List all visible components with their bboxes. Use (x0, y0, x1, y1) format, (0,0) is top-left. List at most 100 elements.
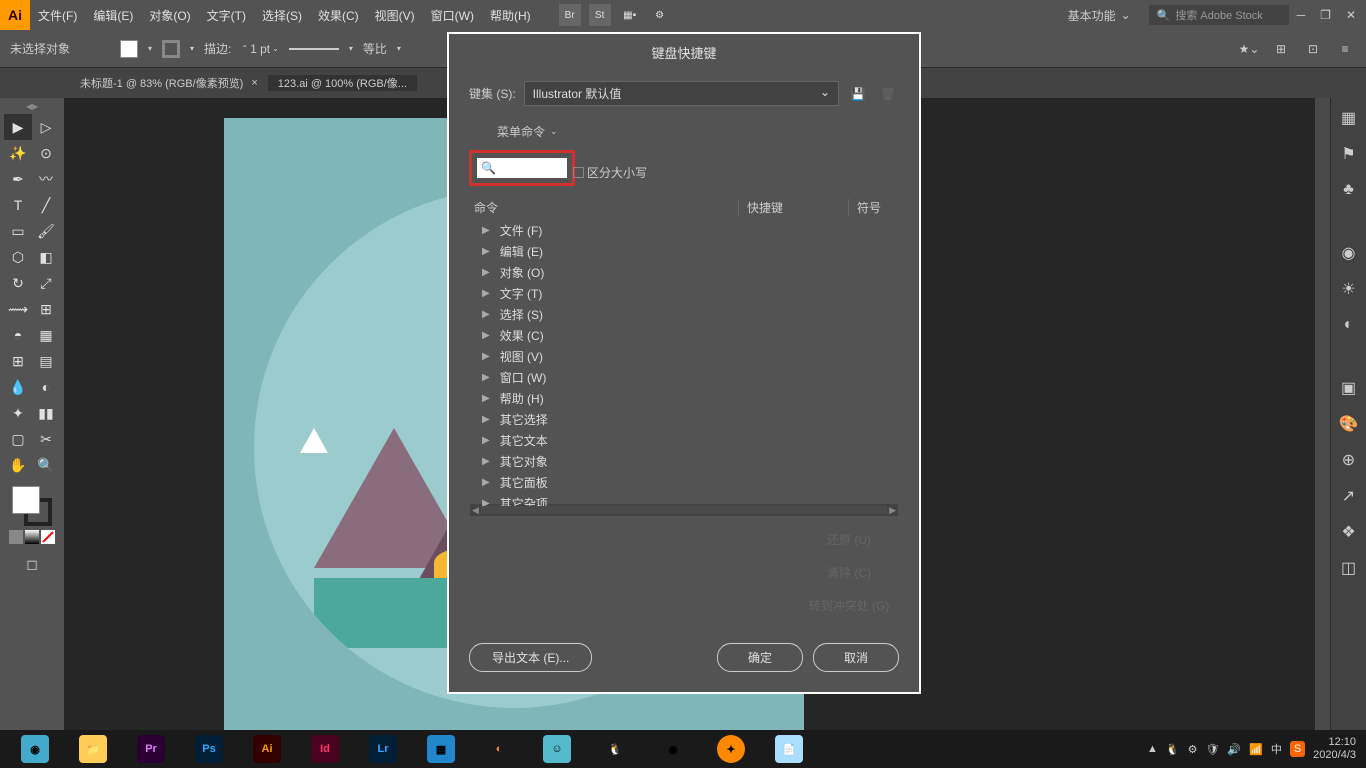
stroke-style[interactable] (289, 48, 339, 50)
menu-object[interactable]: 对象(O) (141, 7, 198, 24)
taskbar-premiere[interactable]: Pr (126, 733, 176, 765)
minimize-button[interactable]: ─ (1297, 8, 1306, 22)
shape-builder-tool[interactable]: ◓ (4, 322, 32, 348)
libraries-panel-icon[interactable]: ⚑ (1337, 142, 1361, 166)
category-dropdown[interactable]: 菜单命令⌄ (489, 121, 899, 142)
tray-network-icon[interactable]: 📶 (1249, 743, 1263, 756)
close-button[interactable]: ✕ (1346, 8, 1356, 22)
properties-panel-icon[interactable]: ▦ (1337, 106, 1361, 130)
fill-color-box[interactable] (12, 486, 40, 514)
taskbar-notepad[interactable]: 📄 (764, 733, 814, 765)
taskbar-chrome[interactable]: ◉ (648, 733, 698, 765)
menu-view[interactable]: 视图(V) (367, 7, 423, 24)
color-mode-none[interactable] (41, 530, 55, 544)
eraser-tool[interactable]: ◧ (32, 244, 60, 270)
list-item[interactable]: ▶其它对象 (470, 451, 898, 472)
graphic-styles-panel-icon[interactable]: ◐ (1337, 313, 1361, 337)
list-item[interactable]: ▶文件 (F) (470, 220, 898, 241)
tray-ime-icon[interactable]: 中 (1271, 741, 1282, 757)
taskbar-app1[interactable]: ▦ (416, 733, 466, 765)
color-mode-solid[interactable] (9, 530, 23, 544)
shortcut-column-header[interactable]: 快捷键 (738, 199, 848, 216)
workspace-switcher[interactable]: 基本功能⌄ (1058, 5, 1141, 26)
ok-button[interactable]: 确定 (717, 643, 803, 672)
restore-button[interactable]: ❐ (1320, 8, 1331, 22)
list-item[interactable]: ▶编辑 (E) (470, 241, 898, 262)
command-column-header[interactable]: 命令 (470, 199, 738, 216)
taskbar-qq[interactable]: 🐧 (590, 733, 640, 765)
shortcut-search-input[interactable]: 🔍 (477, 158, 567, 178)
delete-set-icon[interactable]: 🗑 (877, 83, 899, 105)
case-sensitive-checkbox[interactable]: 区分大小写 (573, 164, 647, 181)
menu-effect[interactable]: 效果(C) (310, 7, 367, 24)
menu-edit[interactable]: 编辑(E) (85, 7, 141, 24)
shaper-tool[interactable]: ⬡ (4, 244, 32, 270)
taskbar-illustrator[interactable]: Ai (242, 733, 292, 765)
curvature-tool[interactable]: 〰 (32, 166, 60, 192)
slice-tool[interactable]: ✂ (32, 426, 60, 452)
search-adobe-stock[interactable]: 🔍搜索 Adobe Stock (1149, 5, 1289, 25)
cc-panel-icon[interactable]: ◉ (1337, 241, 1361, 265)
free-transform-tool[interactable]: ⊞ (32, 296, 60, 322)
stock-icon[interactable]: St (589, 4, 611, 26)
symbols-panel-icon[interactable]: ↗ (1337, 484, 1361, 508)
align-icon[interactable]: ★⌄ (1238, 38, 1260, 60)
blend-tool[interactable]: ◐ (32, 374, 60, 400)
hand-tool[interactable]: ✋ (4, 452, 32, 478)
tray-sogou-icon[interactable]: S (1290, 741, 1305, 757)
system-tray[interactable]: ▲ 🐧 ⚙ 🛡 🔊 📶 中 S 12:10 2020/4/3 (1147, 736, 1356, 762)
list-item[interactable]: ▶其它文本 (470, 430, 898, 451)
list-item[interactable]: ▶帮助 (H) (470, 388, 898, 409)
taskbar-photoshop[interactable]: Ps (184, 733, 234, 765)
tray-icon[interactable]: 🛡 (1205, 743, 1219, 756)
tray-volume-icon[interactable]: 🔊 (1227, 743, 1241, 756)
stroke-dropdown-icon[interactable]: ▾ (190, 44, 194, 53)
gradient-tool[interactable]: ▤ (32, 348, 60, 374)
list-horizontal-scrollbar[interactable]: ◀▶ (470, 504, 898, 516)
color-panel-icon[interactable]: 🎨 (1337, 412, 1361, 436)
mesh-tool[interactable]: ⊞ (4, 348, 32, 374)
zoom-tool[interactable]: 🔍 (32, 452, 60, 478)
doc-tab-1[interactable]: 未标题-1 @ 83% (RGB/像素预览)× (70, 75, 268, 91)
menu-select[interactable]: 选择(S) (254, 7, 310, 24)
taskbar-explorer[interactable]: 📁 (68, 733, 118, 765)
symbol-column-header[interactable]: 符号 (848, 199, 898, 216)
cancel-button[interactable]: 取消 (813, 643, 899, 672)
fill-stroke-control[interactable] (12, 486, 52, 526)
layers-panel-icon[interactable]: ▣ (1337, 376, 1361, 400)
menu-window[interactable]: 窗口(W) (423, 7, 482, 24)
eyedropper-tool[interactable]: 💧 (4, 374, 32, 400)
list-item[interactable]: ▶其它选择 (470, 409, 898, 430)
close-tab-icon[interactable]: × (251, 77, 257, 89)
symbol-sprayer-tool[interactable]: ✦ (4, 400, 32, 426)
stroke-panel-icon[interactable]: ❖ (1337, 520, 1361, 544)
list-item[interactable]: ▶效果 (C) (470, 325, 898, 346)
menu-icon[interactable]: ≡ (1334, 38, 1356, 60)
taskbar-indesign[interactable]: Id (300, 733, 350, 765)
taskbar-app2[interactable]: ◐ (474, 733, 524, 765)
type-tool[interactable]: T (4, 192, 32, 218)
pen-tool[interactable]: ✒ (4, 166, 32, 192)
panel-icon[interactable]: ⊡ (1302, 38, 1324, 60)
list-item[interactable]: ▶窗口 (W) (470, 367, 898, 388)
appearance-panel-icon[interactable]: ☀ (1337, 277, 1361, 301)
stroke-weight-value[interactable]: ⌃1 pt⌄ (241, 42, 278, 56)
save-set-icon[interactable]: 💾 (847, 83, 869, 105)
list-item[interactable]: ▶对象 (O) (470, 262, 898, 283)
list-item[interactable]: ▶其它面板 (470, 472, 898, 493)
fill-dropdown-icon[interactable]: ▾ (148, 44, 152, 53)
taskbar-app3[interactable]: ☺ (532, 733, 582, 765)
rectangle-tool[interactable]: ▭ (4, 218, 32, 244)
tray-icon[interactable]: ⚙ (1188, 743, 1198, 756)
menu-file[interactable]: 文件(F) (30, 7, 85, 24)
menu-help[interactable]: 帮助(H) (482, 7, 539, 24)
graph-tool[interactable]: ▮▮ (32, 400, 60, 426)
artboard-tool[interactable]: ▢ (4, 426, 32, 452)
transparency-panel-icon[interactable]: ◫ (1337, 556, 1361, 580)
direct-selection-tool[interactable]: ▷ (32, 114, 60, 140)
selection-tool[interactable]: ▶ (4, 114, 32, 140)
stroke-swatch[interactable] (162, 40, 180, 58)
swatches-panel-icon[interactable]: ⊕ (1337, 448, 1361, 472)
perspective-tool[interactable]: ▦ (32, 322, 60, 348)
vertical-scrollbar[interactable] (1315, 98, 1330, 753)
